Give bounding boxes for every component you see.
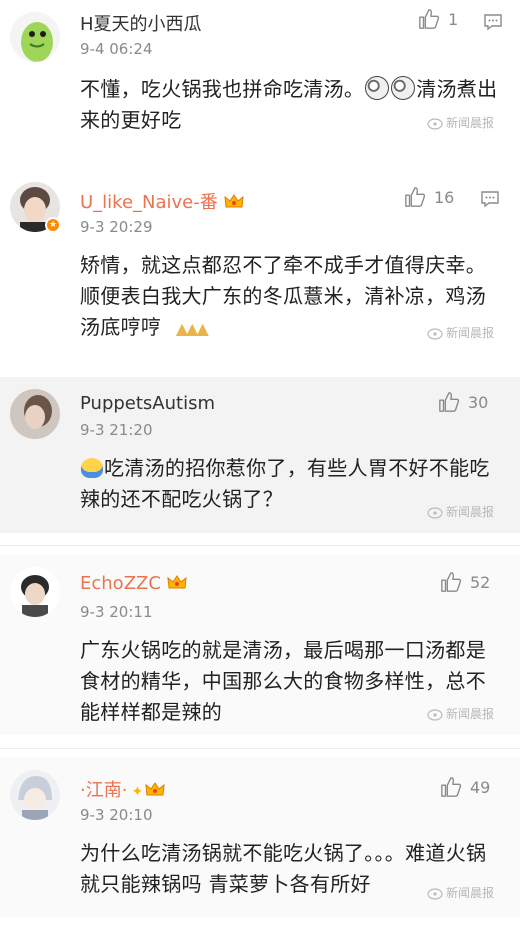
timestamp: 9-3 20:10 [80, 806, 153, 824]
username[interactable]: U_like_Naive-番 [80, 188, 244, 214]
source-tag: 新闻晨报 [427, 503, 494, 520]
timestamp: 9-3 21:20 [80, 421, 153, 439]
username-text: EchoZZC [80, 573, 161, 594]
reply-icon[interactable] [480, 189, 500, 209]
like-count: 52 [470, 572, 491, 592]
like-count: 16 [434, 187, 455, 207]
person-avatar-icon [10, 389, 60, 439]
like-count: 49 [470, 777, 491, 797]
avatar[interactable] [10, 567, 60, 617]
source-tag: 新闻晨报 [427, 884, 494, 901]
crown-badge-icon [145, 782, 165, 796]
comment-item: ·江南· ✦ 9-3 20:10 49 为什么吃清汤锅就不能吃火锅了。。。难道火锅… [0, 758, 520, 918]
username[interactable]: PuppetsAutism [80, 393, 215, 414]
news-source-icon [427, 887, 443, 900]
reply-icon[interactable] [483, 12, 503, 32]
comment-feed: H夏天的小西瓜 9-4 06:24 1 不懂，吃火锅我也拼命吃清汤。 清汤煮出来的… [0, 0, 520, 930]
source-label: 新闻晨报 [445, 326, 494, 340]
source-label: 新闻晨报 [445, 886, 494, 900]
avatar[interactable]: ★ [10, 182, 61, 233]
comment-text-part: 不懂，吃火锅我也拼命吃清汤。 [80, 77, 365, 101]
source-label: 新闻晨报 [445, 707, 494, 721]
sparkle-icon: ✦ [131, 784, 144, 800]
like-button[interactable]: 30 [438, 391, 488, 413]
username[interactable]: ·江南· ✦ [80, 776, 165, 802]
source-tag: 新闻晨报 [427, 324, 494, 341]
thumbs-up-icon [419, 9, 440, 29]
comment-text-part: 矫情，就这点都忍不了牵不成手才值得庆幸。 顺便表白我大广东的冬瓜薏米，清补凉，鸡… [80, 253, 486, 339]
source-label: 新闻晨报 [445, 116, 494, 130]
like-button[interactable]: 52 [440, 571, 490, 593]
crown-badge-icon [167, 575, 187, 589]
thumbs-up-icon [405, 187, 426, 207]
avatar[interactable] [10, 12, 60, 62]
scared-face-emoji-icon [391, 76, 416, 100]
anime-avatar-icon [10, 770, 60, 820]
news-source-icon [427, 506, 443, 519]
like-button[interactable]: 16 [404, 186, 454, 208]
username[interactable]: EchoZZC [80, 573, 187, 594]
crown-badge-icon [224, 194, 244, 208]
like-count: 30 [468, 392, 489, 412]
praying-hands-emoji-icon: ▲▲▲ [175, 319, 209, 338]
thumbs-up-icon [441, 572, 462, 592]
news-source-icon [427, 708, 443, 721]
comment-item: H夏天的小西瓜 9-4 06:24 1 不懂，吃火锅我也拼命吃清汤。 清汤煮出来的… [0, 0, 520, 158]
comment-item: ★ U_like_Naive-番 9-3 20:29 16 矫情，就这点都忍不了… [0, 158, 520, 368]
source-tag: 新闻晨报 [427, 114, 494, 131]
username-text: U_like_Naive-番 [80, 192, 218, 213]
like-count: 1 [448, 9, 459, 29]
timestamp: 9-3 20:11 [80, 603, 153, 621]
news-source-icon [427, 117, 443, 130]
username[interactable]: H夏天的小西瓜 [80, 10, 202, 36]
comment-item: PuppetsAutism 9-3 21:20 30 吃清汤的招你惹你了，有些人… [0, 377, 520, 533]
source-tag: 新闻晨报 [427, 705, 494, 722]
verified-badge-icon: ★ [45, 217, 61, 233]
dinosaur-avatar-icon [10, 12, 60, 62]
divider [0, 748, 520, 749]
avatar[interactable] [10, 770, 60, 820]
thumbs-up-icon [441, 777, 462, 797]
timestamp: 9-3 20:29 [80, 218, 153, 236]
like-button[interactable]: 1 [418, 8, 458, 30]
scared-face-emoji-icon [365, 76, 390, 100]
comment-item: EchoZZC 9-3 20:11 52 广东火锅吃的就是清汤，最后喝那一口汤都… [0, 555, 520, 735]
covering-face-emoji-icon [81, 458, 103, 478]
avatar[interactable] [10, 389, 60, 439]
username-text: ·江南· [80, 780, 128, 801]
divider [0, 545, 520, 546]
news-source-icon [427, 327, 443, 340]
like-button[interactable]: 49 [440, 776, 490, 798]
person-avatar-icon [10, 567, 60, 617]
timestamp: 9-4 06:24 [80, 40, 153, 58]
source-label: 新闻晨报 [445, 505, 494, 519]
thumbs-up-icon [439, 392, 460, 412]
